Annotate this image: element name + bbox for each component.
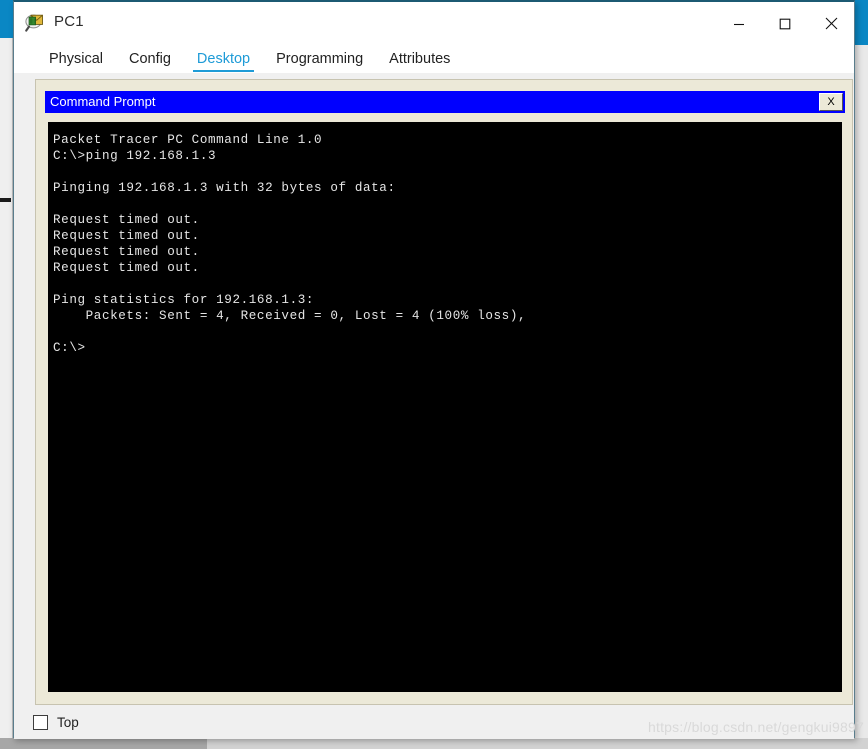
maximize-button[interactable] xyxy=(762,2,808,45)
tab-physical[interactable]: Physical xyxy=(36,51,116,73)
command-prompt-close-button[interactable]: X xyxy=(819,93,843,111)
top-checkbox[interactable] xyxy=(33,715,48,730)
terminal-text: Packet Tracer PC Command Line 1.0 C:\>pi… xyxy=(53,133,527,355)
terminal-output[interactable]: Packet Tracer PC Command Line 1.0 C:\>pi… xyxy=(48,122,842,692)
tab-active-underline xyxy=(192,69,255,72)
close-icon xyxy=(825,17,837,30)
background-app-titlebar-right xyxy=(855,0,868,45)
tab-programming-label: Programming xyxy=(276,51,364,67)
tab-list: Physical Config Desktop Programming Attr… xyxy=(36,45,854,73)
window-controls xyxy=(716,2,854,45)
maximize-icon xyxy=(779,18,791,29)
desktop-panel: Command Prompt X Packet Tracer PC Comman… xyxy=(35,79,853,705)
close-button[interactable] xyxy=(808,2,854,45)
background-app-titlebar-left xyxy=(0,0,13,38)
watermark: https://blog.csdn.net/gengkui9897 xyxy=(648,719,864,735)
background-app-statusbar-left xyxy=(0,738,207,749)
background-app-canvas-left xyxy=(0,38,13,738)
screen: PC1 Physical Config Desktop Programming … xyxy=(0,0,868,749)
tab-attributes[interactable]: Attributes xyxy=(376,51,463,73)
background-app-divider xyxy=(0,198,11,202)
tab-strip: Physical Config Desktop Programming Attr… xyxy=(14,45,854,73)
command-prompt-close-label: X xyxy=(827,96,835,108)
window-titlebar[interactable]: PC1 xyxy=(14,2,854,45)
command-prompt-title: Command Prompt xyxy=(50,94,156,109)
minimize-icon xyxy=(734,23,744,25)
pc1-window: PC1 Physical Config Desktop Programming … xyxy=(13,0,855,739)
top-checkbox-row[interactable]: Top xyxy=(33,715,79,730)
tab-config-label: Config xyxy=(129,51,171,67)
tab-desktop-label: Desktop xyxy=(196,51,251,67)
tab-attributes-label: Attributes xyxy=(389,51,451,67)
command-prompt-titlebar[interactable]: Command Prompt X xyxy=(45,91,845,113)
tab-programming[interactable]: Programming xyxy=(263,51,376,73)
top-checkbox-label: Top xyxy=(57,715,79,730)
tab-physical-label: Physical xyxy=(49,51,103,67)
minimize-button[interactable] xyxy=(716,2,762,45)
tab-desktop[interactable]: Desktop xyxy=(184,51,263,73)
tab-config[interactable]: Config xyxy=(116,51,184,73)
packet-tracer-pc-icon xyxy=(24,11,48,35)
window-title: PC1 xyxy=(54,13,84,30)
